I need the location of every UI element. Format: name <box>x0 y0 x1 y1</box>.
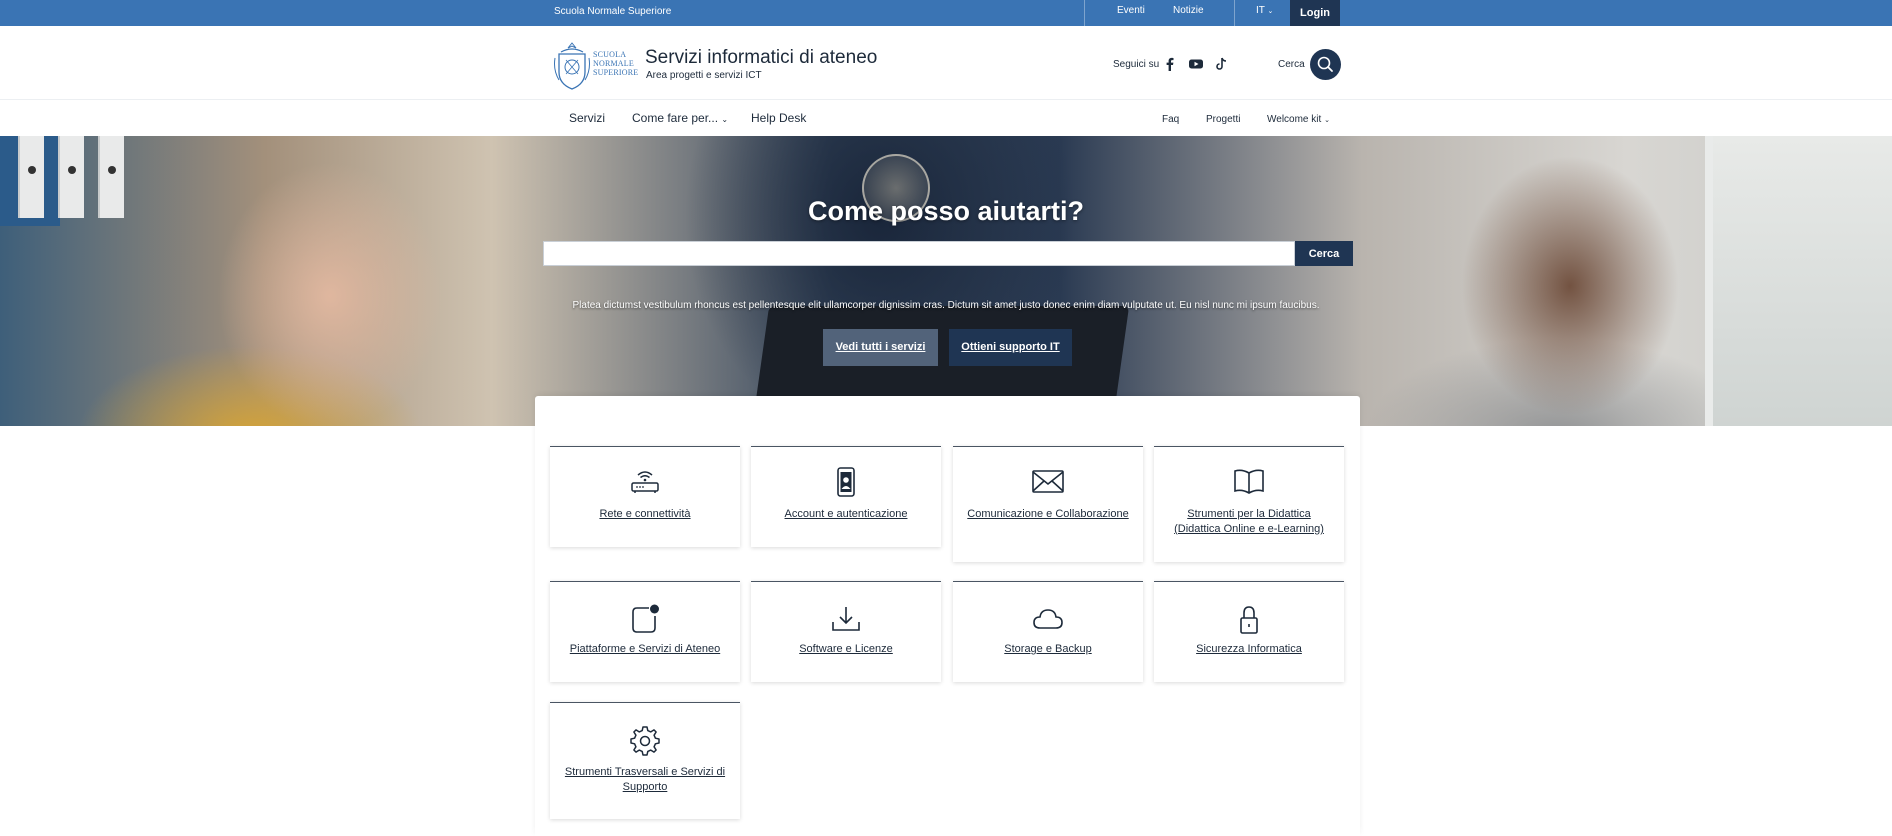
top-utility-bar: Scuola Normale Superiore Eventi Notizie … <box>0 0 1892 26</box>
youtube-icon[interactable] <box>1188 56 1204 72</box>
university-logo[interactable]: SCUOLA NORMALE SUPERIORE <box>553 40 638 92</box>
follow-label: Seguici su <box>1113 59 1160 70</box>
nav-item-label: Welcome kit <box>1267 114 1322 125</box>
service-card-teaching-tools[interactable]: Strumenti per la Didattica (Didattica On… <box>1154 446 1344 562</box>
gear-icon <box>550 725 740 756</box>
divider <box>1234 0 1235 26</box>
service-card-software[interactable]: Software e Licenze <box>751 581 941 682</box>
chevron-down-icon: ⌄ <box>1267 8 1274 15</box>
view-all-services-button[interactable]: Vedi tutti i servizi <box>823 329 938 366</box>
download-icon <box>751 604 941 634</box>
topbar-link-notizie[interactable]: Notizie <box>1173 5 1204 16</box>
crest-icon <box>554 42 590 90</box>
service-card-label: Strumenti per la Didattica (Didattica On… <box>1174 508 1324 535</box>
service-card-account[interactable]: Account e autenticazione <box>751 446 941 547</box>
service-card-network[interactable]: Rete e connettività <box>550 446 740 547</box>
service-card-platforms[interactable]: Piattaforme e Servizi di Ateneo <box>550 581 740 682</box>
header-search-button[interactable] <box>1310 49 1341 80</box>
site-header: SCUOLA NORMALE SUPERIORE Servizi informa… <box>0 26 1892 100</box>
service-card-label: Account e autenticazione <box>784 508 908 520</box>
service-card-storage[interactable]: Storage e Backup <box>953 581 1143 682</box>
search-icon <box>1317 56 1333 72</box>
hero-banner: Come posso aiutarti? Cerca Platea dictum… <box>0 136 1892 426</box>
service-card-label: Sicurezza Informatica <box>1196 643 1302 655</box>
site-title[interactable]: Servizi informatici di ateneo <box>645 47 877 69</box>
login-button[interactable]: Login <box>1290 0 1340 26</box>
nav-item-come-fare-per[interactable]: Come fare per... ⌄ <box>632 111 728 125</box>
language-label: IT <box>1256 5 1265 16</box>
open-book-icon <box>1154 467 1344 497</box>
search-label: Cerca <box>1278 59 1305 70</box>
hero-search-input[interactable] <box>543 241 1295 266</box>
service-card-cross-tools[interactable]: Strumenti Trasversali e Servizi di Suppo… <box>550 702 740 819</box>
envelope-icon <box>953 467 1143 497</box>
language-selector[interactable]: IT ⌄ <box>1256 5 1273 16</box>
hero-background-window <box>1705 136 1892 426</box>
get-it-support-button[interactable]: Ottieni supporto IT <box>949 329 1072 366</box>
cloud-icon <box>953 604 1143 634</box>
padlock-icon <box>1154 604 1344 634</box>
id-badge-icon <box>751 467 941 497</box>
hero-title: Come posso aiutarti? <box>807 196 1085 226</box>
logo-wordmark: SCUOLA NORMALE SUPERIORE <box>593 50 638 77</box>
nav-item-faq[interactable]: Faq <box>1162 114 1179 125</box>
service-card-label: Comunicazione e Collaborazione <box>967 508 1129 520</box>
tiktok-icon[interactable] <box>1213 56 1229 72</box>
topbar-link-eventi[interactable]: Eventi <box>1117 5 1145 16</box>
service-card-communication[interactable]: Comunicazione e Collaborazione <box>953 446 1143 562</box>
institution-link[interactable]: Scuola Normale Superiore <box>554 6 671 17</box>
service-card-label: Piattaforme e Servizi di Ateneo <box>569 643 721 655</box>
app-notification-icon <box>550 604 740 634</box>
divider <box>1084 0 1085 26</box>
hero-description: Platea dictumst vestibulum rhoncus est p… <box>572 300 1320 311</box>
hero-search-button[interactable]: Cerca <box>1295 241 1353 266</box>
service-card-security[interactable]: Sicurezza Informatica <box>1154 581 1344 682</box>
nav-item-welcome-kit[interactable]: Welcome kit ⌄ <box>1267 114 1330 125</box>
chevron-down-icon: ⌄ <box>1324 117 1330 124</box>
nav-item-help-desk[interactable]: Help Desk <box>751 111 806 125</box>
logo-line: SUPERIORE <box>593 68 639 77</box>
main-navigation: Servizi Come fare per... ⌄ Help Desk Faq… <box>0 100 1892 136</box>
service-card-label: Strumenti Trasversali e Servizi di Suppo… <box>564 766 726 793</box>
logo-line: SCUOLA <box>593 50 627 59</box>
site-subtitle: Area progetti e servizi ICT <box>646 70 762 81</box>
router-icon <box>550 467 740 497</box>
facebook-icon[interactable] <box>1162 56 1178 72</box>
nav-item-progetti[interactable]: Progetti <box>1206 114 1240 125</box>
nav-item-servizi[interactable]: Servizi <box>569 111 605 125</box>
chevron-down-icon: ⌄ <box>721 115 729 124</box>
logo-line: NORMALE <box>593 59 634 68</box>
nav-item-label: Come fare per... <box>632 111 719 125</box>
service-card-label: Software e Licenze <box>799 643 893 655</box>
service-card-label: Storage e Backup <box>1004 643 1092 655</box>
service-card-label: Rete e connettività <box>599 508 691 520</box>
